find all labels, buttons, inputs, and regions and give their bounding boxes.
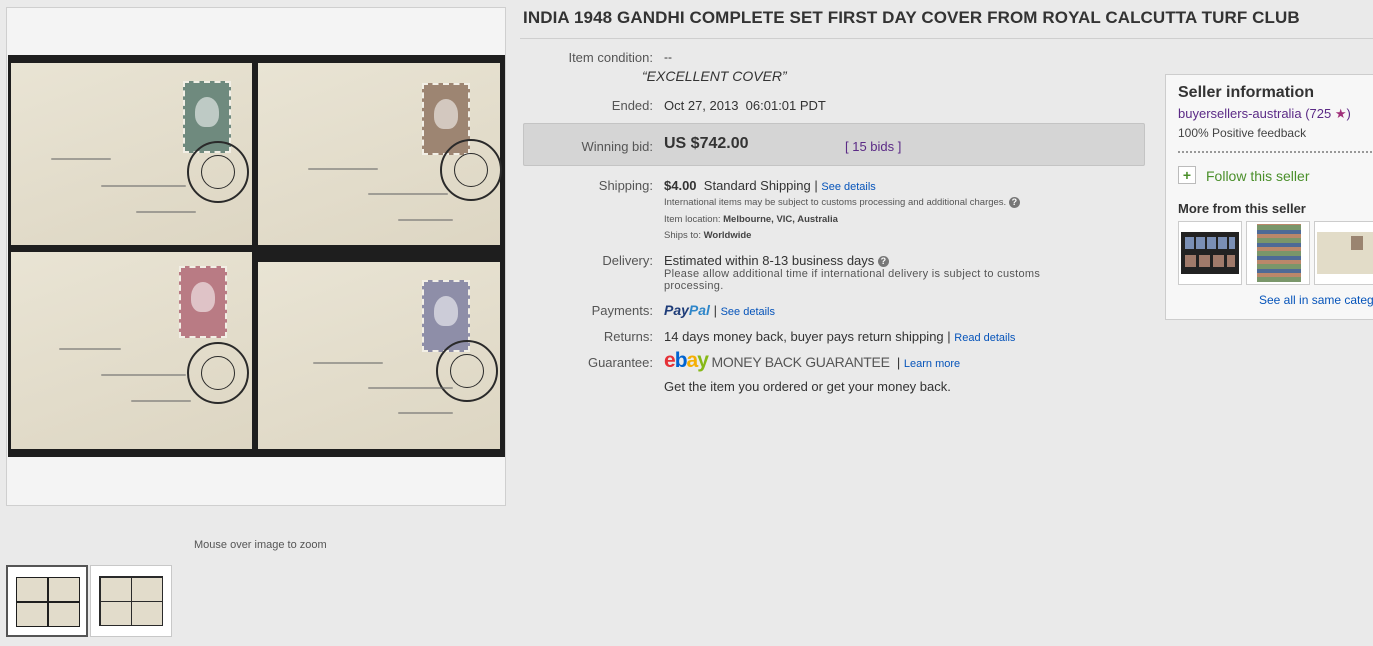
shipping-see-details-link[interactable]: See details bbox=[821, 181, 875, 193]
postmark bbox=[440, 139, 502, 201]
condition-quote: “EXCELLENT COVER” bbox=[642, 68, 787, 84]
learn-more-link[interactable]: Learn more bbox=[904, 358, 960, 370]
paypal-logo: PayPal bbox=[664, 302, 710, 318]
item-location-value: Melbourne, VIC, Australia bbox=[723, 214, 838, 225]
help-icon[interactable]: ? bbox=[1008, 197, 1020, 208]
guarantee-row: ebay MONEY BACK GUARANTEE | Learn more bbox=[664, 349, 960, 373]
seller-divider bbox=[1178, 151, 1373, 153]
title-divider bbox=[520, 38, 1373, 39]
money-back-guarantee: MONEY BACK GUARANTEE bbox=[711, 354, 890, 370]
guarantee-label: Guarantee: bbox=[587, 355, 653, 370]
cover-top-right bbox=[258, 63, 502, 245]
see-all-category-link[interactable]: See all in same categ bbox=[1259, 293, 1373, 307]
cover-bottom-left bbox=[11, 252, 252, 449]
more-from-seller-heading: More from this seller bbox=[1178, 201, 1306, 216]
shipping-row: $4.00 Standard Shipping | See details bbox=[664, 178, 876, 193]
delivery-row: Estimated within 8-13 business days ? bbox=[664, 253, 889, 268]
main-image-panel[interactable] bbox=[6, 7, 506, 506]
seller-heading: Seller information bbox=[1178, 84, 1315, 101]
item-location-label: Item location: bbox=[664, 214, 721, 225]
plus-icon[interactable]: + bbox=[1178, 166, 1196, 184]
returns-read-details-link[interactable]: Read details bbox=[954, 332, 1015, 344]
returns-row: 14 days money back, buyer pays return sh… bbox=[664, 329, 1015, 344]
shipping-label: Shipping: bbox=[598, 178, 653, 193]
cover-top-left bbox=[11, 63, 252, 245]
positive-feedback: 100% Positive feedback bbox=[1178, 126, 1307, 140]
payments-see-details-link[interactable]: See details bbox=[721, 306, 775, 318]
star-icon: ★ bbox=[1334, 106, 1347, 121]
winning-bid-value: US $742.00 bbox=[664, 135, 749, 152]
shipping-price: $4.00 bbox=[664, 178, 697, 193]
returns-label: Returns: bbox=[603, 329, 653, 344]
help-icon[interactable]: ? bbox=[877, 256, 889, 268]
delivery-note-2: processing. bbox=[664, 280, 724, 292]
more-item-thumb-2[interactable] bbox=[1246, 221, 1310, 285]
zoom-hint: Mouse over image to zoom bbox=[194, 539, 327, 551]
main-item-photo[interactable] bbox=[8, 55, 505, 457]
more-item-thumb-3[interactable] bbox=[1314, 221, 1373, 285]
postmark bbox=[436, 340, 498, 402]
ebay-logo: ebay bbox=[664, 349, 709, 372]
intl-note: International items may be subject to cu… bbox=[664, 197, 1020, 208]
guarantee-note: Get the item you ordered or get your mon… bbox=[664, 379, 951, 394]
follow-seller-link[interactable]: Follow this seller bbox=[1206, 168, 1309, 184]
payments-separator: | bbox=[713, 303, 717, 318]
cover-bottom-right bbox=[258, 262, 500, 449]
winning-bid-label: Winning bid: bbox=[581, 139, 653, 154]
condition-value: -- bbox=[664, 50, 672, 64]
guarantee-separator: | bbox=[896, 355, 901, 370]
condition-label: Item condition: bbox=[568, 50, 653, 65]
returns-value: 14 days money back, buyer pays return sh… bbox=[664, 329, 951, 344]
delivery-value: Estimated within 8-13 business days bbox=[664, 253, 875, 268]
ships-to: Ships to: Worldwide bbox=[664, 230, 751, 241]
ships-to-value: Worldwide bbox=[703, 230, 752, 241]
more-item-thumb-1[interactable] bbox=[1178, 221, 1242, 285]
ended-label: Ended: bbox=[611, 98, 653, 113]
bids-link[interactable]: [ 15 bids ] bbox=[845, 139, 901, 154]
seller-info-box: Seller information buyersellers-australi… bbox=[1165, 74, 1373, 320]
seller-name-link[interactable]: buyersellers-australia bbox=[1178, 106, 1302, 121]
feedback-score-link[interactable]: (725 ★) bbox=[1305, 106, 1351, 121]
item-location: Item location: Melbourne, VIC, Australia bbox=[664, 214, 838, 225]
postmark bbox=[187, 141, 249, 203]
ended-value: Oct 27, 2013 06:01:01 PDT bbox=[664, 98, 826, 113]
seller-name-row: buyersellers-australia (725 ★) bbox=[1178, 106, 1351, 122]
ships-to-label: Ships to: bbox=[664, 230, 701, 241]
shipping-method: Standard Shipping | bbox=[703, 178, 818, 193]
postmark bbox=[187, 342, 249, 404]
delivery-note-1: Please allow additional time if internat… bbox=[664, 268, 1041, 280]
payments-label: Payments: bbox=[591, 303, 653, 318]
thumbnail-1[interactable] bbox=[6, 565, 88, 637]
item-title: INDIA 1948 GANDHI COMPLETE SET FIRST DAY… bbox=[523, 8, 1300, 27]
thumbnail-2[interactable] bbox=[90, 565, 172, 637]
delivery-label: Delivery: bbox=[602, 253, 653, 268]
stamp-red bbox=[179, 266, 227, 338]
payments-row: PayPal | See details bbox=[664, 302, 775, 318]
